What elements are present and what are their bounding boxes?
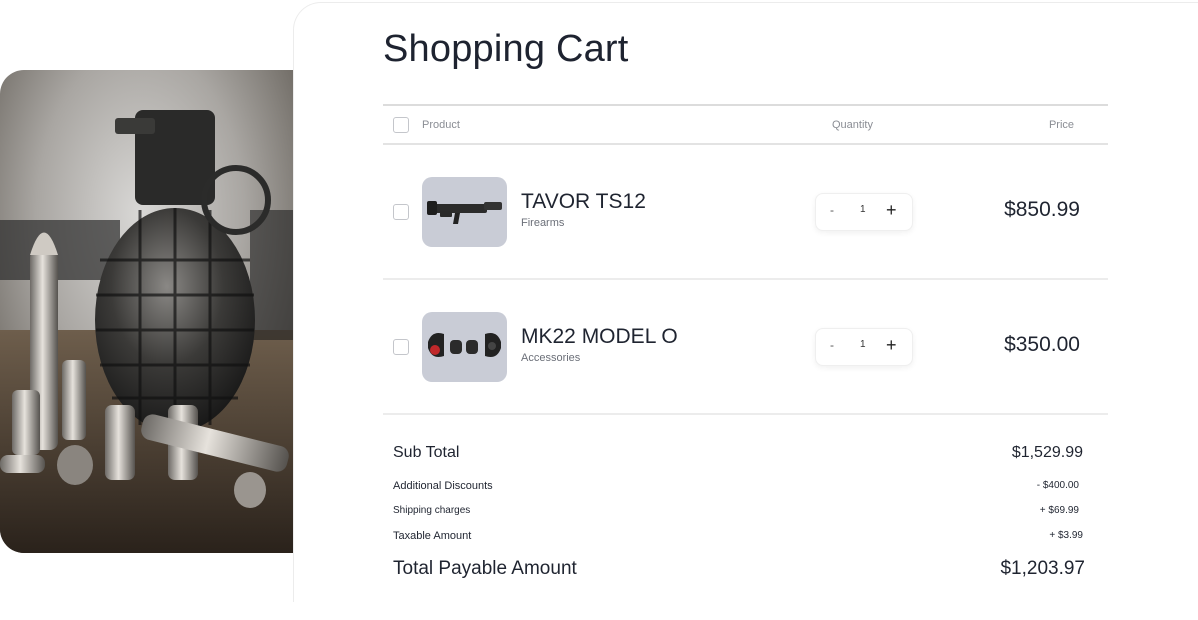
header-price: Price [1048, 119, 1074, 131]
discount-label: Additional Discounts [393, 480, 493, 492]
tax-row: Taxable Amount + $3.99 [393, 530, 1085, 548]
quantity-stepper: - 1 + [815, 328, 913, 366]
shipping-label: Shipping charges [393, 505, 471, 516]
shipping-row: Shipping charges + $69.99 [393, 505, 1085, 523]
shipping-value: + $69.99 [1039, 505, 1079, 516]
product-price: $850.99 [1004, 198, 1080, 221]
cart-row: MK22 MODEL O Accessories - 1 + $350.00 [383, 280, 1108, 415]
item-checkbox[interactable] [393, 339, 409, 355]
increment-button[interactable]: + [886, 200, 897, 221]
product-name[interactable]: TAVOR TS12 [521, 190, 646, 214]
shotgun-image [427, 201, 502, 224]
discount-row: Additional Discounts - $400.00 [393, 480, 1085, 498]
item-checkbox[interactable] [393, 204, 409, 220]
product-name[interactable]: MK22 MODEL O [521, 325, 678, 349]
select-all-checkbox[interactable] [393, 117, 409, 133]
discount-value: - $400.00 [1036, 480, 1079, 491]
product-thumbnail[interactable] [422, 312, 507, 382]
product-category: Accessories [521, 352, 581, 364]
quantity-stepper: - 1 + [815, 193, 913, 231]
product-category: Firearms [521, 217, 565, 229]
app-root: Shopping Cart Product Quantity Price TAV… [0, 0, 1198, 620]
cart-table: Product Quantity Price TAVOR TS12 Firear… [383, 104, 1108, 415]
page-title: Shopping Cart [383, 28, 629, 70]
increment-button[interactable]: + [886, 335, 897, 356]
subtotal-label: Sub Total [393, 444, 460, 461]
quantity-value: 1 [860, 204, 866, 215]
subtotal-value: $1,529.99 [1011, 444, 1083, 461]
product-price: $350.00 [1004, 333, 1080, 356]
order-summary: Sub Total $1,529.99 Additional Discounts… [393, 440, 1085, 579]
tax-label: Taxable Amount [393, 530, 472, 542]
header-quantity: Quantity [832, 119, 873, 131]
total-row: Total Payable Amount $1,203.97 [393, 558, 1085, 584]
total-label: Total Payable Amount [393, 558, 577, 579]
decrement-button[interactable]: - [830, 203, 834, 217]
header-product: Product [422, 119, 460, 131]
ear-protection-image [428, 333, 501, 357]
product-thumbnail[interactable] [422, 177, 507, 247]
cart-row: TAVOR TS12 Firearms - 1 + $850.99 [383, 145, 1108, 280]
tax-value: + $3.99 [1049, 530, 1083, 541]
cart-table-header: Product Quantity Price [383, 104, 1108, 145]
quantity-value: 1 [860, 339, 866, 350]
subtotal-row: Sub Total $1,529.99 [393, 444, 1085, 468]
total-value: $1,203.97 [1000, 558, 1085, 579]
decrement-button[interactable]: - [830, 338, 834, 352]
